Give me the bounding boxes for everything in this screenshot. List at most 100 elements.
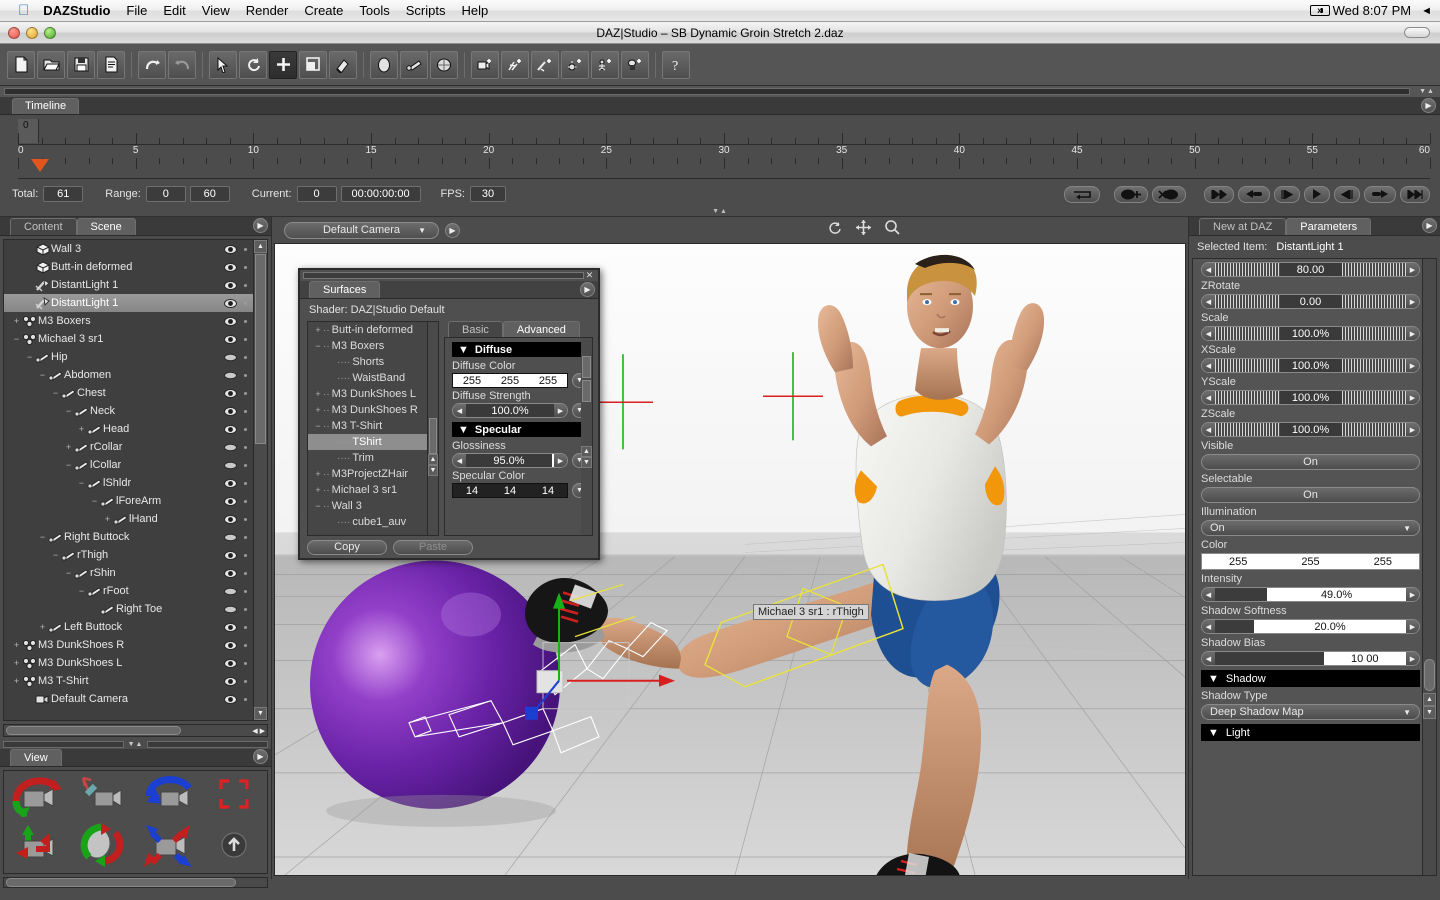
menu-edit[interactable]: Edit — [163, 3, 185, 18]
param-value-wrap[interactable]: 49.0% — [1267, 588, 1406, 601]
tree-expander-icon[interactable]: − — [38, 370, 47, 380]
redo-icon[interactable] — [168, 51, 196, 79]
scale-tool-icon[interactable] — [299, 51, 327, 79]
scene-tree-row[interactable]: +Head — [4, 420, 253, 438]
specular-color-field[interactable]: 14 14 14 — [452, 483, 568, 498]
param-color-b[interactable]: 255 — [1347, 554, 1419, 569]
param-decrement-icon[interactable]: ◀ — [1202, 391, 1215, 404]
scene-tree-row[interactable]: −Abdomen — [4, 366, 253, 384]
visibility-eye-icon[interactable] — [224, 695, 237, 704]
diffuse-strength-value[interactable]: 100.0% — [466, 405, 554, 417]
reset-camera-icon[interactable] — [77, 772, 129, 821]
rotate-tool-icon[interactable] — [239, 51, 267, 79]
surfaces-scroll-up-icon[interactable]: ▲ — [428, 454, 438, 465]
diffuse-strength-decrement-icon[interactable]: ◀ — [453, 404, 466, 417]
scene-tree[interactable]: Wall 3Butt-in deformedDistantLight 1Dist… — [3, 239, 268, 721]
param-fill[interactable] — [1215, 588, 1267, 601]
scene-tree-row[interactable]: −rThigh — [4, 546, 253, 564]
save-as-icon[interactable] — [97, 51, 125, 79]
glossiness-decrement-icon[interactable]: ◀ — [453, 454, 466, 467]
visibility-eye-icon[interactable] — [224, 299, 237, 308]
surfaces-property-list[interactable]: ▼ Diffuse Diffuse Color 255 255 255 — [444, 337, 593, 536]
surfaces-scroll-down-icon[interactable]: ▼ — [428, 465, 438, 476]
visibility-eye-icon[interactable] — [224, 425, 237, 434]
create-morph-icon[interactable] — [430, 51, 458, 79]
param-combo[interactable]: On▼ — [1201, 520, 1420, 536]
visibility-eye-icon[interactable] — [224, 263, 237, 272]
tree-expander-icon[interactable]: − — [25, 352, 34, 362]
param-slider[interactable]: ◀100.0%▶ — [1201, 358, 1420, 373]
tree-expander-icon[interactable]: + — [12, 676, 21, 686]
tree-row-dot-icon[interactable] — [244, 248, 247, 251]
surfaces-scroll-thumb[interactable] — [429, 418, 437, 454]
tree-row-dot-icon[interactable] — [244, 554, 247, 557]
visibility-eye-icon[interactable] — [224, 353, 237, 362]
diffuse-section-header[interactable]: ▼ Diffuse — [452, 342, 587, 357]
range-start-field[interactable]: 0 — [146, 186, 186, 202]
param-decrement-icon[interactable]: ◀ — [1202, 295, 1215, 308]
open-folder-icon[interactable] — [37, 51, 65, 79]
visibility-eye-icon[interactable] — [224, 623, 237, 632]
visibility-eye-icon[interactable] — [224, 569, 237, 578]
specular-color-r[interactable]: 14 — [453, 484, 491, 497]
tree-expander-icon[interactable]: − — [77, 586, 86, 596]
toolbar-scroll-track[interactable] — [4, 88, 1410, 95]
scene-tree-vscrollbar[interactable]: ▲ ▼ — [253, 240, 267, 720]
scene-tree-row[interactable]: +rCollar — [4, 438, 253, 456]
param-slider[interactable]: ◀49.0%▶ — [1201, 587, 1420, 602]
visibility-eye-icon[interactable] — [224, 515, 237, 524]
param-color-field[interactable]: 255255255 — [1201, 553, 1420, 570]
props-scroll-thumb-1[interactable] — [582, 356, 591, 378]
scene-tree-row[interactable]: +M3 DunkShoes L — [4, 654, 253, 672]
copy-button[interactable]: Copy — [307, 540, 387, 555]
view-panel-hscrollbar[interactable] — [3, 877, 268, 888]
help-icon[interactable]: ? — [662, 51, 690, 79]
visibility-eye-icon[interactable] — [224, 533, 237, 542]
param-value[interactable]: 80.00 — [1280, 263, 1342, 276]
specular-color-g[interactable]: 14 — [491, 484, 529, 497]
param-fill[interactable] — [1215, 620, 1254, 633]
specular-section-header[interactable]: ▼ Specular — [452, 422, 587, 437]
param-increment-icon[interactable]: ▶ — [1406, 359, 1419, 372]
tree-expander-icon[interactable]: − — [90, 496, 99, 506]
tree-row-dot-icon[interactable] — [244, 302, 247, 305]
tree-expander-icon[interactable]: − — [64, 460, 73, 470]
param-section-header[interactable]: ▼Shadow — [1201, 670, 1420, 687]
add-keyframe-icon[interactable] — [1114, 186, 1148, 203]
scene-hscroll-thumb[interactable] — [6, 726, 181, 735]
glossiness-increment-icon[interactable]: ▶ — [554, 454, 567, 467]
save-disk-icon[interactable] — [67, 51, 95, 79]
parameters-scroll-down-icon[interactable]: ▼ — [1423, 706, 1436, 719]
param-increment-icon[interactable]: ▶ — [1406, 263, 1419, 276]
select-arrow-icon[interactable] — [209, 51, 237, 79]
tree-row-dot-icon[interactable] — [244, 698, 247, 701]
skip-to-end-icon[interactable] — [1400, 186, 1430, 203]
tree-row-dot-icon[interactable] — [244, 284, 247, 287]
rotate-scene-icon[interactable] — [75, 823, 131, 872]
surfaces-expander-icon[interactable]: + — [313, 485, 323, 495]
battery-icon[interactable]: x — [1310, 5, 1330, 16]
step-back-icon[interactable] — [1274, 186, 1300, 203]
timeline-ruler[interactable]: 0 051015202530354045505560 — [18, 119, 1430, 181]
tree-expander-icon[interactable]: − — [51, 388, 60, 398]
scene-tree-row[interactable]: −lForeArm — [4, 492, 253, 510]
delete-keyframe-icon[interactable] — [1152, 186, 1186, 203]
left-panel-splitter[interactable]: ▼▲ — [0, 739, 271, 749]
tree-expander-icon[interactable]: + — [103, 514, 112, 524]
param-decrement-icon[interactable]: ◀ — [1202, 652, 1215, 665]
param-track-left[interactable] — [1215, 359, 1280, 372]
translate-tool-icon[interactable] — [269, 51, 297, 79]
menu-scripts[interactable]: Scripts — [406, 3, 446, 18]
tree-row-dot-icon[interactable] — [244, 464, 247, 467]
new-document-icon[interactable] — [7, 51, 35, 79]
scene-tree-row[interactable]: DistantLight 1 — [4, 276, 253, 294]
param-increment-icon[interactable]: ▶ — [1406, 295, 1419, 308]
scene-tree-row[interactable]: +M3 DunkShoes R — [4, 636, 253, 654]
surfaces-expander-icon[interactable]: + — [313, 325, 323, 335]
tree-expander-icon[interactable]: − — [64, 568, 73, 578]
diffuse-strength-slider[interactable]: ◀ 100.0% ▶ — [452, 403, 568, 418]
toolbar-scroll-arrows-icon[interactable]: ▼▲ — [1414, 88, 1440, 95]
tab-basic[interactable]: Basic — [448, 321, 503, 338]
param-track-right[interactable] — [1342, 359, 1407, 372]
param-slider[interactable]: ◀20.0%▶ — [1201, 619, 1420, 634]
